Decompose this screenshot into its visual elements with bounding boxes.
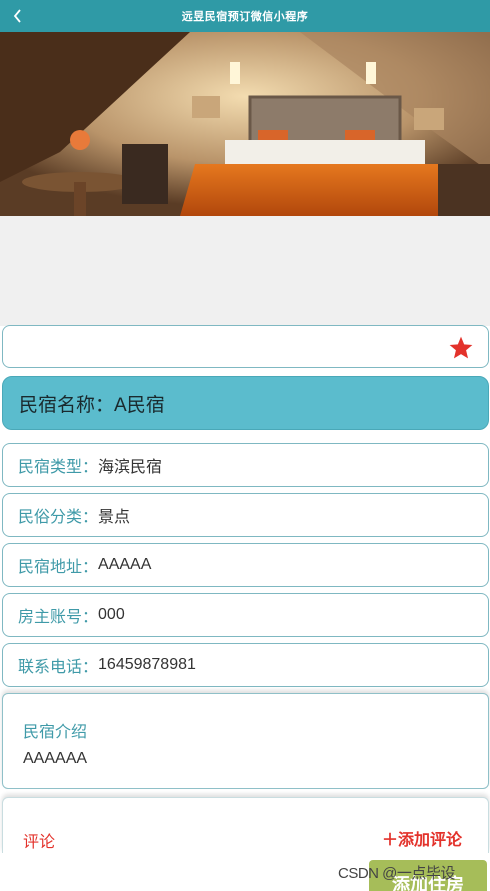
- info-label: 房主账号：: [18, 609, 99, 626]
- info-value: AAAAA: [98, 556, 152, 573]
- info-value: 海滨民宿: [98, 459, 163, 476]
- chevron-left-icon: [13, 9, 21, 23]
- add-comment-button[interactable]: ＋添加评论: [382, 826, 462, 850]
- info-row-type: 民宿类型： 海滨民宿: [2, 443, 489, 487]
- intro-content: AAAAAA: [23, 750, 88, 767]
- info-label: 民宿类型：: [18, 459, 99, 476]
- comment-section: 评论 ＋添加评论: [2, 797, 489, 853]
- bedroom-illustration: [0, 32, 490, 216]
- watermark: CSDN @一点毕设: [338, 865, 455, 882]
- page-title: 远昱民宿预订微信小程序: [181, 11, 309, 23]
- info-value: 景点: [98, 509, 131, 526]
- info-row-owner-account: 房主账号： 000: [2, 593, 489, 637]
- info-value: 000: [98, 606, 125, 623]
- intro-heading: 民宿介绍: [23, 724, 88, 741]
- hotel-room-photo: [0, 32, 490, 216]
- info-label: 民俗分类：: [18, 509, 99, 526]
- info-label: 民宿地址：: [18, 559, 99, 576]
- homestay-name-card: 民宿名称： A民宿: [2, 376, 489, 430]
- info-row-address: 民宿地址： AAAAA: [2, 543, 489, 587]
- intro-section: 民宿介绍 AAAAAA: [2, 693, 489, 789]
- star-icon[interactable]: [448, 335, 474, 361]
- name-label: 民宿名称：: [19, 394, 115, 416]
- info-label: 联系电话：: [18, 659, 99, 676]
- comment-label: 评论: [23, 834, 56, 851]
- spacer-band: [0, 216, 490, 326]
- nav-bar: 远昱民宿预订微信小程序: [0, 0, 490, 32]
- favorite-row: [2, 325, 489, 368]
- back-button[interactable]: [8, 4, 28, 28]
- info-row-phone: 联系电话： 16459878981: [2, 643, 489, 687]
- info-value: 16459878981: [98, 656, 196, 673]
- info-row-category: 民俗分类： 景点: [2, 493, 489, 537]
- name-value: A民宿: [114, 394, 165, 416]
